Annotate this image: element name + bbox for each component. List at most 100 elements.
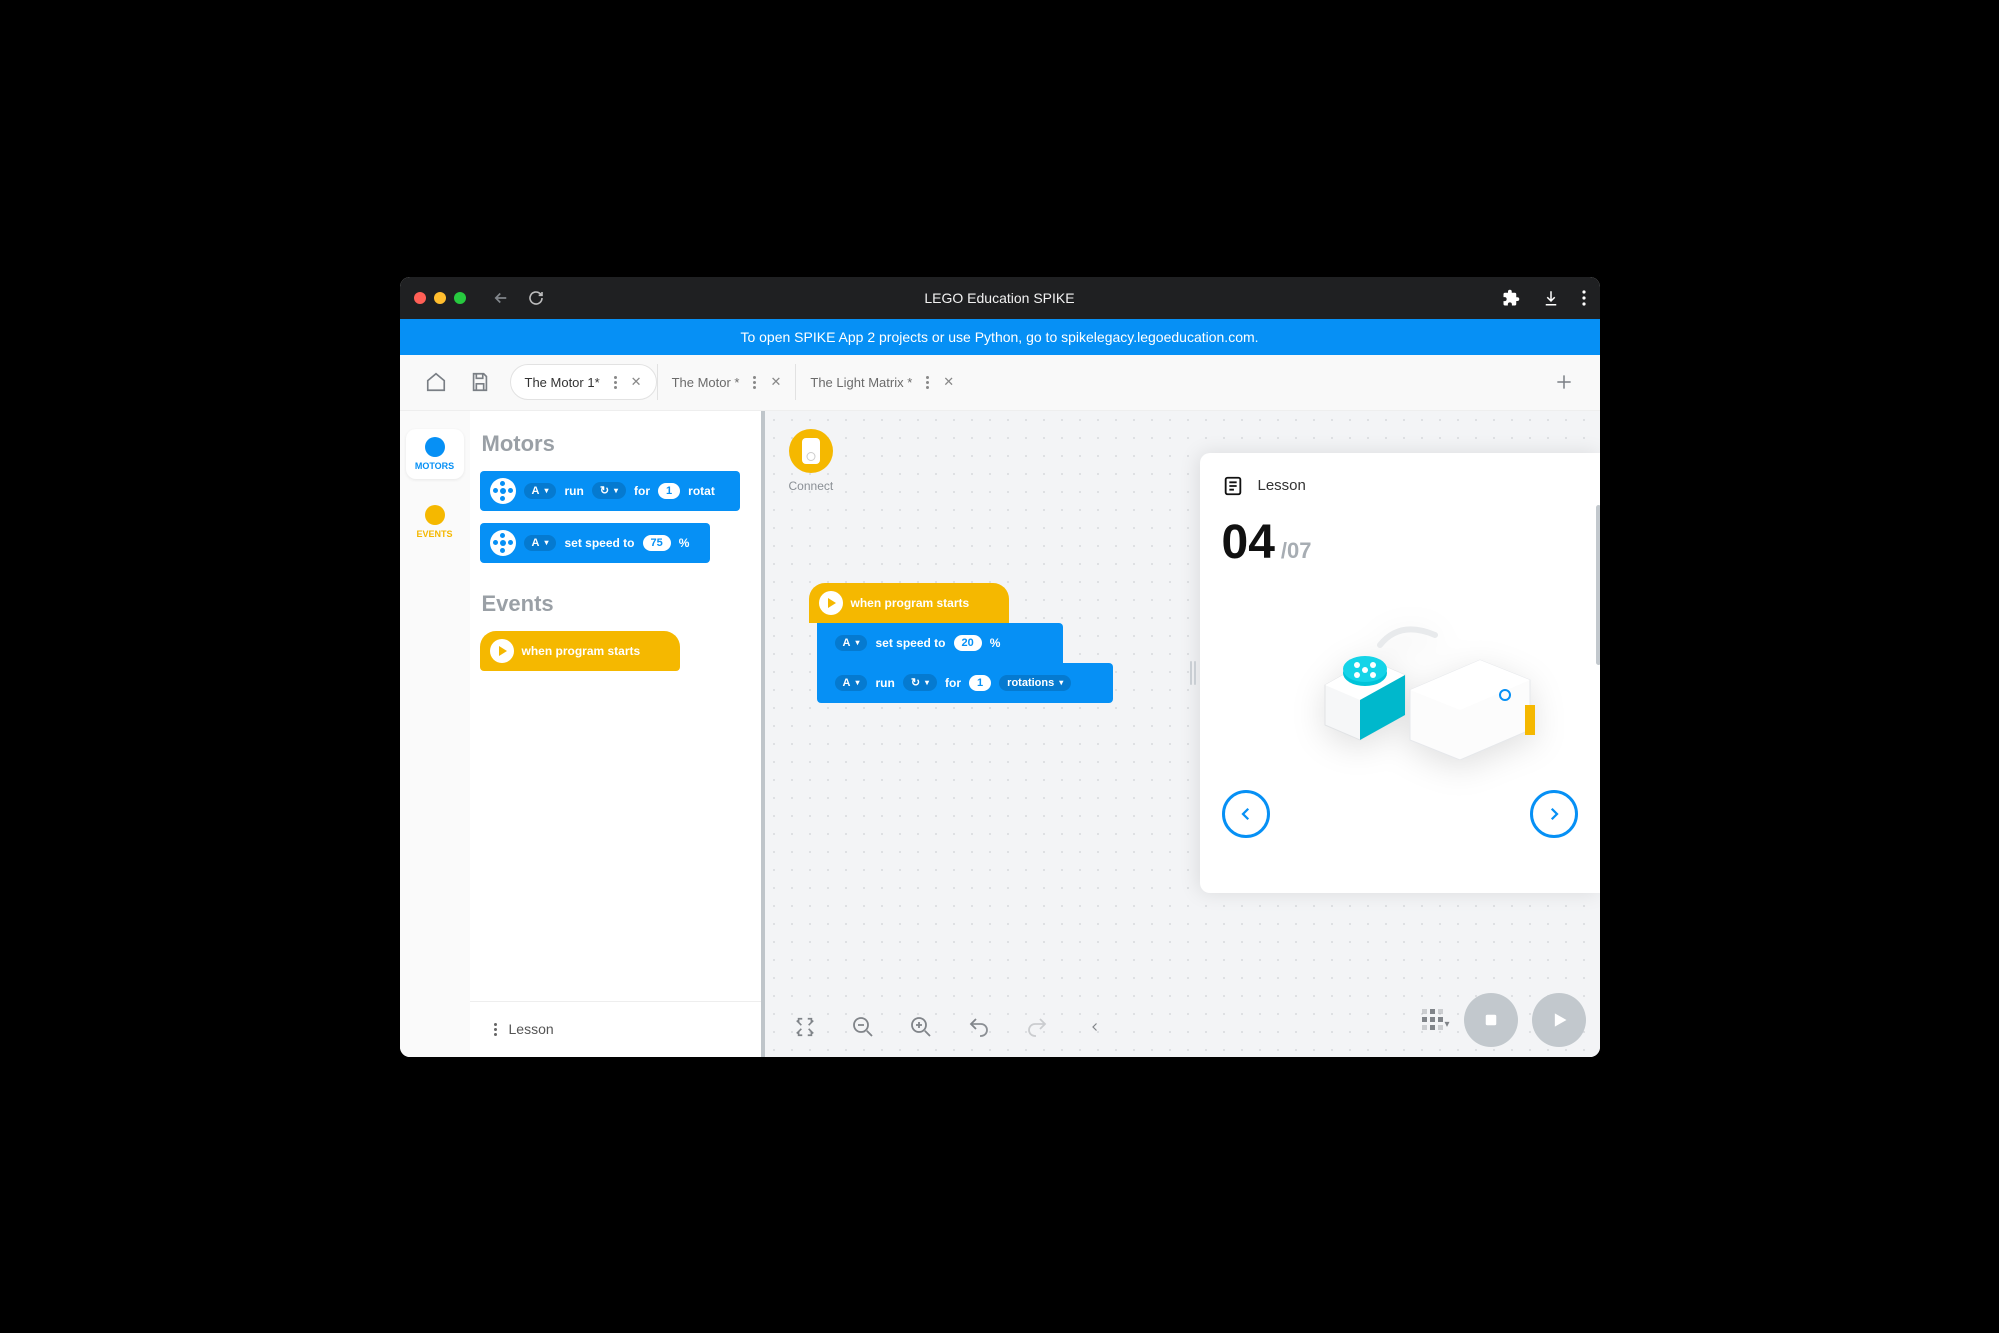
traffic-lights <box>414 292 466 304</box>
program-stack[interactable]: when program starts A set speed to 20 % … <box>809 583 1113 703</box>
back-icon[interactable] <box>492 289 510 307</box>
lesson-heading: Lesson <box>1258 477 1306 494</box>
tab-menu-icon[interactable] <box>926 376 929 389</box>
stack-motor-run[interactable]: A run ↻ for 1 rotations <box>817 663 1113 703</box>
stop-icon <box>1482 1011 1500 1029</box>
port-dropdown[interactable]: A <box>835 635 868 651</box>
fit-screen-button[interactable] <box>785 1007 825 1047</box>
banner-text: To open SPIKE App 2 projects or use Pyth… <box>740 329 1258 345</box>
tab-motor-1[interactable]: The Motor 1* ✕ <box>510 364 657 400</box>
tabbar: The Motor 1* ✕ The Motor * ✕ The Light M… <box>400 355 1600 411</box>
undo-button[interactable] <box>959 1007 999 1047</box>
block-motor-speed[interactable]: A set speed to 75 % <box>480 523 710 563</box>
canvas-tools <box>785 1007 1115 1047</box>
lesson-step-number: 04 <box>1222 515 1275 570</box>
block-text: % <box>990 636 1001 650</box>
lesson-prev-button[interactable] <box>1222 790 1270 838</box>
block-text: % <box>679 536 690 550</box>
block-text: run <box>564 484 583 498</box>
titlebar: LEGO Education SPIKE <box>400 277 1600 319</box>
block-text: run <box>875 676 894 690</box>
grid-icon <box>1422 1009 1443 1030</box>
value-input[interactable]: 1 <box>658 483 680 499</box>
monitor-button[interactable]: ▾ <box>1422 1009 1449 1030</box>
window-title: LEGO Education SPIKE <box>400 290 1600 306</box>
hub-icon <box>802 438 820 464</box>
more-icon[interactable] <box>1582 290 1586 306</box>
lesson-icon <box>1222 475 1244 497</box>
zoom-in-button[interactable] <box>901 1007 941 1047</box>
value-input[interactable]: 20 <box>954 635 982 651</box>
connect-button[interactable] <box>789 429 833 473</box>
port-dropdown[interactable]: A <box>524 535 557 551</box>
chevron-right-icon <box>1545 805 1563 823</box>
window-close-button[interactable] <box>414 292 426 304</box>
tab-close-icon[interactable]: ✕ <box>631 374 642 390</box>
tab-menu-icon[interactable] <box>753 376 756 389</box>
stop-button[interactable] <box>1464 993 1518 1047</box>
lesson-panel: Lesson 04 /07 <box>1200 453 1600 893</box>
canvas[interactable]: Connect when program starts A set speed … <box>765 411 1600 1057</box>
port-dropdown[interactable]: A <box>835 675 868 691</box>
window-minimize-button[interactable] <box>434 292 446 304</box>
zoom-out-button[interactable] <box>843 1007 883 1047</box>
unit-dropdown[interactable]: rotations <box>999 675 1071 691</box>
tab-close-icon[interactable]: ✕ <box>770 374 781 390</box>
block-event-start[interactable]: when program starts <box>480 631 680 671</box>
category-events[interactable]: EVENTS <box>406 497 464 547</box>
lesson-next-button[interactable] <box>1530 790 1578 838</box>
extension-icon[interactable] <box>1502 289 1520 307</box>
category-label: MOTORS <box>415 461 454 471</box>
value-input[interactable]: 1 <box>969 675 991 691</box>
menu-dots-icon <box>494 1023 497 1036</box>
direction-dropdown[interactable]: ↻ <box>592 482 626 499</box>
block-text: set speed to <box>564 536 634 550</box>
stack-event-start[interactable]: when program starts <box>809 583 1009 623</box>
panel-resize-handle[interactable] <box>1190 655 1198 691</box>
save-button[interactable] <box>458 360 502 404</box>
port-dropdown[interactable]: A <box>524 483 557 499</box>
chevron-left-icon <box>1237 805 1255 823</box>
block-motor-run[interactable]: A run ↻ for 1 rotat <box>480 471 740 511</box>
play-icon <box>819 591 843 615</box>
tab-label: The Motor * <box>672 375 740 390</box>
connect-label: Connect <box>789 479 834 493</box>
tab-close-icon[interactable]: ✕ <box>943 374 954 390</box>
category-sidebar: MOTORS EVENTS <box>400 411 470 1057</box>
redo-button[interactable] <box>1017 1007 1057 1047</box>
category-label: EVENTS <box>416 529 452 539</box>
stack-motor-speed[interactable]: A set speed to 20 % <box>817 623 1063 663</box>
new-tab-button[interactable] <box>1542 360 1586 404</box>
block-text: when program starts <box>851 596 970 610</box>
window-maximize-button[interactable] <box>454 292 466 304</box>
motor-icon <box>490 530 516 556</box>
play-button[interactable] <box>1532 993 1586 1047</box>
tab-light-matrix[interactable]: The Light Matrix * ✕ <box>795 364 968 400</box>
events-heading: Events <box>482 591 761 617</box>
collapse-button[interactable] <box>1075 1007 1115 1047</box>
legacy-banner: To open SPIKE App 2 projects or use Pyth… <box>400 319 1600 355</box>
run-controls: ▾ <box>1422 993 1585 1047</box>
tab-motor[interactable]: The Motor * ✕ <box>657 364 796 400</box>
motors-heading: Motors <box>482 431 761 457</box>
block-text: rotat <box>688 484 715 498</box>
block-text: for <box>945 676 961 690</box>
events-dot-icon <box>425 505 445 525</box>
block-text: set speed to <box>875 636 945 650</box>
tab-menu-icon[interactable] <box>614 376 617 389</box>
direction-dropdown[interactable]: ↻ <box>903 674 937 691</box>
lesson-image <box>1222 580 1578 780</box>
block-palette: Motors A run ↻ for 1 rotat A set speed t… <box>470 411 765 1057</box>
download-icon[interactable] <box>1542 289 1560 307</box>
reload-icon[interactable] <box>528 290 544 306</box>
tab-label: The Motor 1* <box>525 375 600 390</box>
home-button[interactable] <box>414 360 458 404</box>
panel-scrollbar[interactable] <box>1596 505 1600 665</box>
category-motors[interactable]: MOTORS <box>406 429 464 479</box>
block-text: for <box>634 484 650 498</box>
app-window: LEGO Education SPIKE To open SPIKE App 2… <box>400 277 1600 1057</box>
play-icon <box>490 639 514 663</box>
lesson-footer-button[interactable]: Lesson <box>470 1001 765 1057</box>
value-input[interactable]: 75 <box>643 535 671 551</box>
connect-hub[interactable]: Connect <box>789 429 834 493</box>
